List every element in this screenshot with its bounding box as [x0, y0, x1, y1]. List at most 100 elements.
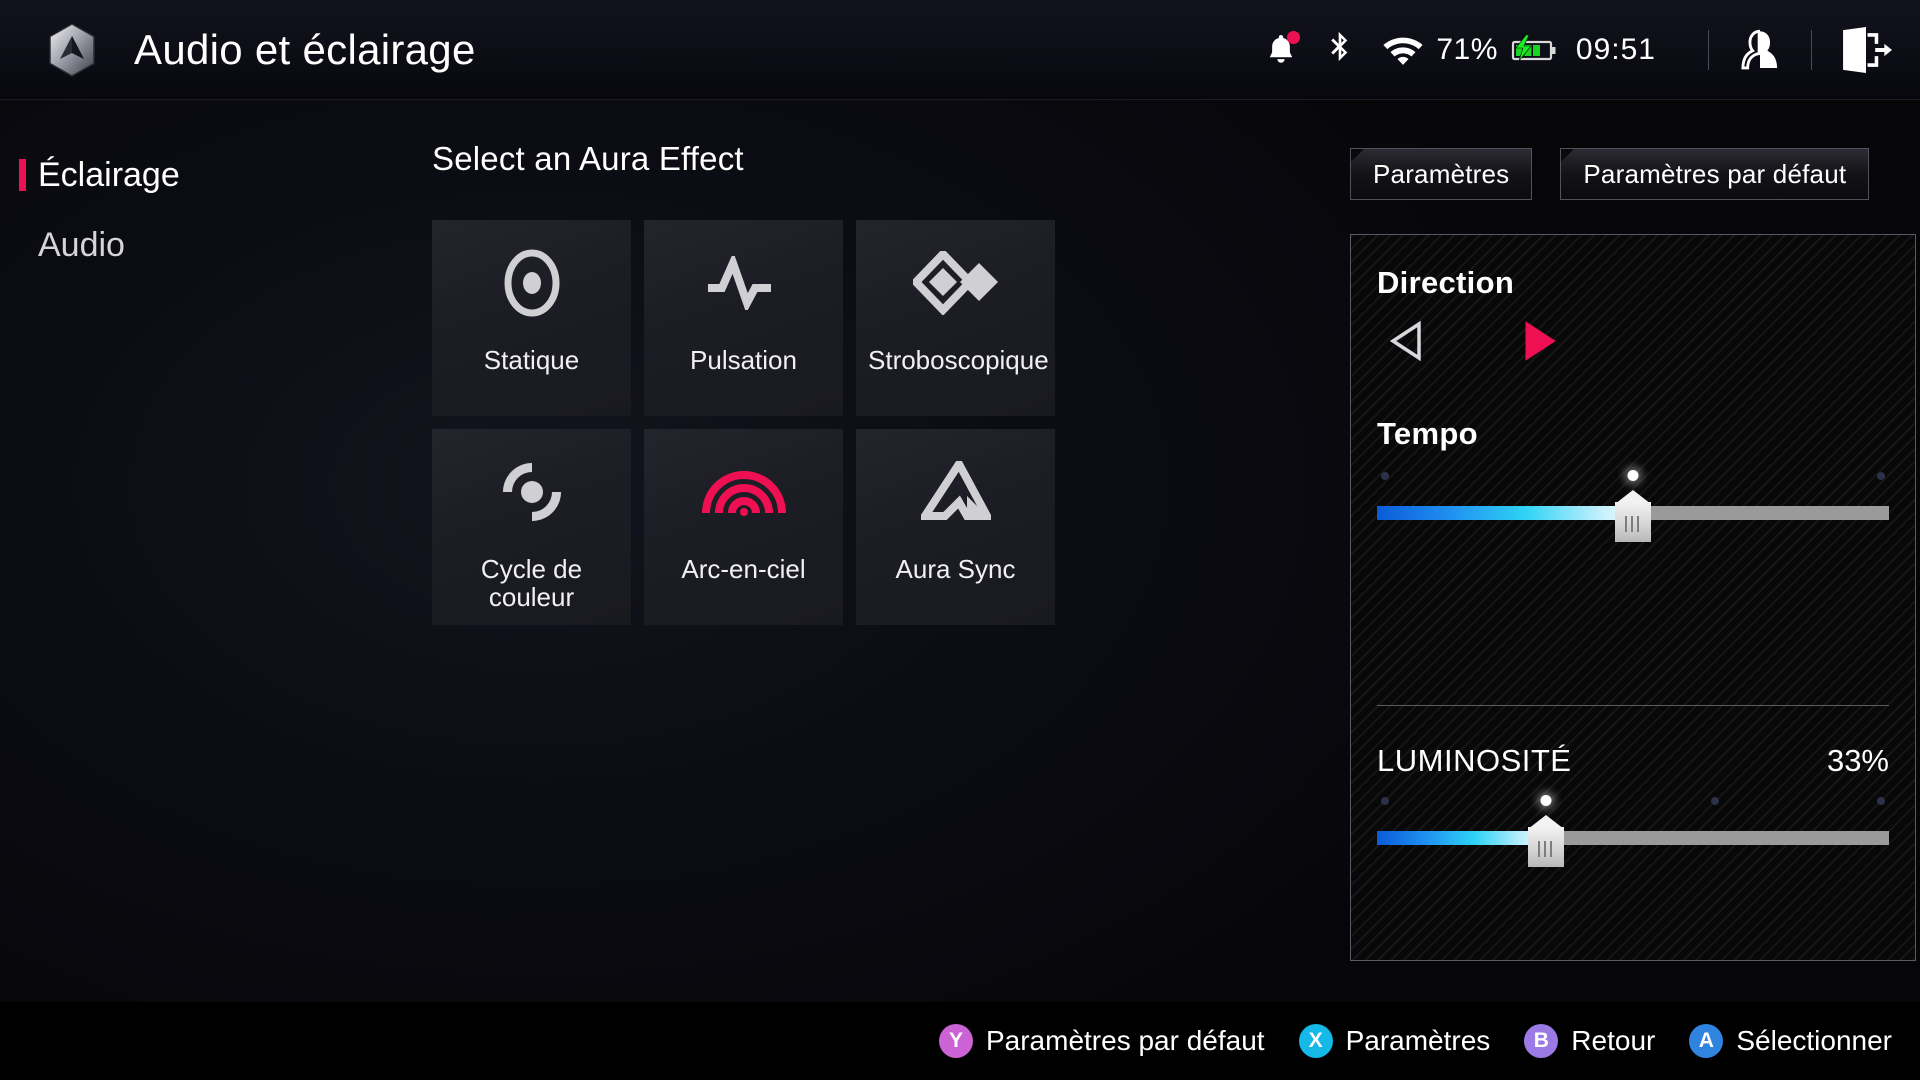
button-b-icon: B — [1524, 1024, 1559, 1058]
brightness-tick-2 — [1710, 797, 1719, 805]
direction-left-button[interactable] — [1389, 320, 1423, 366]
app-logo — [42, 22, 102, 77]
rainbow-arcs-icon — [701, 471, 786, 516]
effect-label: Aura Sync — [895, 554, 1016, 584]
system-clock: 09:51 — [1575, 32, 1656, 66]
brightness-slider-handle[interactable] — [1527, 815, 1564, 867]
exit-button[interactable] — [1838, 26, 1894, 73]
parametres-par-defaut-button[interactable]: Paramètres par défaut — [1560, 148, 1870, 200]
brightness-label: LUMINOSITÉ — [1377, 743, 1572, 778]
effect-label: Pulsation — [690, 345, 797, 375]
parametres-button-label: Paramètres — [1373, 158, 1510, 189]
pulse-waveform-icon — [707, 256, 771, 310]
parametres-par-defaut-button-label: Paramètres par défaut — [1583, 158, 1847, 189]
brightness-slider[interactable] — [1377, 795, 1889, 873]
sidebar-item-label: Audio — [38, 225, 125, 264]
direction-right-button[interactable] — [1523, 321, 1557, 366]
tempo-slider-handle[interactable] — [1615, 490, 1651, 542]
effect-tile-aura-sync[interactable]: Aura Sync — [856, 429, 1055, 625]
parametres-button[interactable]: Paramètres — [1350, 148, 1533, 200]
effect-tile-stroboscopique[interactable]: Stroboscopique — [856, 220, 1055, 416]
effects-section: Select an Aura Effect Statique Pulsation… — [432, 140, 1302, 625]
tempo-slider[interactable] — [1377, 470, 1889, 548]
static-ring-dot-icon — [504, 249, 559, 317]
brightness-tick-3 — [1877, 797, 1886, 805]
bluetooth-status[interactable] — [1320, 31, 1360, 69]
tempo-track[interactable] — [1377, 490, 1889, 542]
effect-label: Stroboscopique — [868, 345, 1049, 375]
asus-rog-hex-logo-icon — [49, 22, 95, 77]
settings-buttons-row: Paramètres Paramètres par défaut — [1350, 148, 1920, 200]
sidebar-item-label: Éclairage — [38, 155, 180, 194]
effect-tile-pulsation[interactable]: Pulsation — [644, 220, 843, 416]
effect-icon-wrap — [432, 220, 631, 346]
page-title: Audio et éclairage — [134, 25, 476, 73]
bluetooth-icon — [1331, 31, 1348, 61]
direction-controls — [1377, 320, 1889, 366]
brightness-track[interactable] — [1377, 815, 1889, 867]
effect-tile-arc-en-ciel[interactable]: Arc-en-ciel — [644, 429, 843, 625]
tempo-track-fill — [1377, 506, 1633, 520]
sidebar-nav: Éclairage Audio — [0, 140, 360, 280]
effect-icon-wrap — [432, 429, 631, 555]
battery-charging-icon — [1511, 34, 1556, 61]
panel-divider — [1377, 705, 1889, 706]
effects-grid: Statique Pulsation Stroboscopique Cycle … — [432, 220, 1264, 625]
section-title: Select an Aura Effect — [432, 140, 744, 177]
controller-hint-bar: Y Paramètres par défaut X Paramètres B R… — [0, 1002, 1920, 1080]
top-status-bar: Audio et éclairage 71% 09:51 — [0, 0, 1920, 100]
brightness-tick-1 — [1540, 795, 1552, 806]
tempo-tick-1 — [1627, 470, 1639, 481]
wifi-icon — [1383, 37, 1423, 65]
effect-icon-wrap — [644, 429, 843, 555]
effect-icon-wrap — [856, 429, 1055, 555]
brightness-tick-0 — [1380, 797, 1389, 805]
notifications-button[interactable] — [1258, 27, 1304, 73]
tempo-tick-row — [1377, 470, 1889, 484]
effect-tile-cycle-de-couleur[interactable]: Cycle de couleur — [432, 429, 631, 625]
effect-label: Statique — [483, 345, 580, 375]
hint-b-retour[interactable]: B Retour — [1524, 1024, 1655, 1058]
hint-label: Sélectionner — [1736, 1025, 1892, 1056]
effect-label: Cycle de couleur — [480, 554, 583, 613]
divider — [1708, 29, 1709, 70]
app-screen: Audio et éclairage 71% 09:51 Éclairage A… — [0, 0, 1920, 1080]
button-x-icon: X — [1298, 1024, 1333, 1058]
hint-x-parametres[interactable]: X Paramètres — [1298, 1024, 1491, 1058]
status-icons-group: 71% 09:51 — [1258, 0, 1894, 99]
hint-y-parametres-par-defaut[interactable]: Y Paramètres par défaut — [938, 1024, 1265, 1058]
tempo-title: Tempo — [1377, 416, 1478, 451]
brightness-tick-row — [1377, 795, 1889, 809]
exit-logout-icon — [1843, 26, 1892, 73]
tempo-tick-2 — [1877, 472, 1886, 480]
effect-label: Arc-en-ciel — [681, 554, 806, 584]
hint-label: Retour — [1571, 1025, 1656, 1056]
user-profile-button[interactable] — [1735, 27, 1785, 73]
color-cycle-icon — [502, 463, 561, 521]
button-a-icon: A — [1689, 1024, 1724, 1058]
user-profile-icon — [1741, 29, 1778, 69]
hint-label: Paramètres par défaut — [985, 1025, 1265, 1056]
divider — [1811, 29, 1812, 70]
effect-icon-wrap — [644, 220, 843, 346]
direction-title: Direction — [1377, 265, 1515, 300]
button-y-icon: Y — [938, 1024, 973, 1058]
brightness-header: LUMINOSITÉ 33% — [1377, 743, 1889, 779]
battery-percentage: 71% — [1436, 32, 1498, 66]
wifi-status[interactable] — [1380, 34, 1426, 66]
sidebar-item-audio[interactable]: Audio — [0, 210, 360, 280]
effect-tile-statique[interactable]: Statique — [432, 220, 631, 416]
effect-settings-panel: Direction Tempo LUMINOSITÉ 33% — [1350, 234, 1916, 961]
sidebar-item-eclairage[interactable]: Éclairage — [0, 140, 360, 210]
tempo-tick-0 — [1380, 472, 1389, 480]
strobe-diamonds-icon — [912, 251, 998, 315]
battery-status — [1508, 33, 1560, 67]
hint-a-selectionner[interactable]: A Sélectionner — [1689, 1024, 1892, 1058]
aura-sync-triangle-icon — [920, 461, 991, 520]
notification-badge-dot — [1287, 30, 1301, 44]
hint-label: Paramètres — [1345, 1025, 1491, 1056]
effect-icon-wrap — [856, 220, 1055, 346]
arrow-right-icon — [1525, 321, 1556, 361]
arrow-left-icon — [1389, 320, 1421, 362]
brightness-track-fill — [1377, 831, 1546, 845]
